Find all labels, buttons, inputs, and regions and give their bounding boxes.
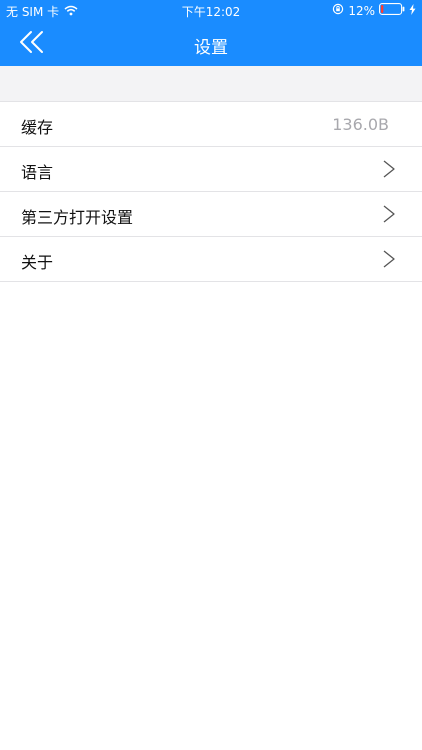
settings-row-language[interactable]: 语言	[0, 147, 422, 192]
cache-size-value: 136.0B	[332, 115, 389, 134]
cache-label: 缓存	[21, 118, 54, 137]
nav-bar: 设置	[0, 22, 422, 66]
battery-icon	[379, 3, 405, 18]
third-party-open-label: 第三方打开设置	[21, 208, 134, 227]
chevron-right-icon	[382, 250, 396, 268]
status-bar: 无 SIM 卡 下午12:02 12%	[0, 0, 422, 22]
chevron-right-icon	[382, 160, 396, 178]
chevron-right-icon	[382, 205, 396, 223]
settings-row-third-party-open[interactable]: 第三方打开设置	[0, 192, 422, 237]
battery-percent: 12%	[348, 3, 375, 18]
language-label: 语言	[21, 163, 54, 182]
status-right: 12%	[332, 3, 416, 18]
settings-screen: 无 SIM 卡 下午12:02 12% 设置 缓存 136.0B 语言 第三方打…	[0, 0, 422, 750]
settings-row-about[interactable]: 关于	[0, 237, 422, 282]
settings-list: 缓存 136.0B 语言 第三方打开设置 关于	[0, 101, 422, 282]
orientation-lock-icon	[332, 3, 344, 18]
settings-row-cache[interactable]: 缓存 136.0B	[0, 102, 422, 147]
page-title: 设置	[194, 38, 228, 58]
about-label: 关于	[21, 253, 54, 272]
charging-icon	[409, 3, 416, 18]
section-spacer	[0, 66, 422, 101]
